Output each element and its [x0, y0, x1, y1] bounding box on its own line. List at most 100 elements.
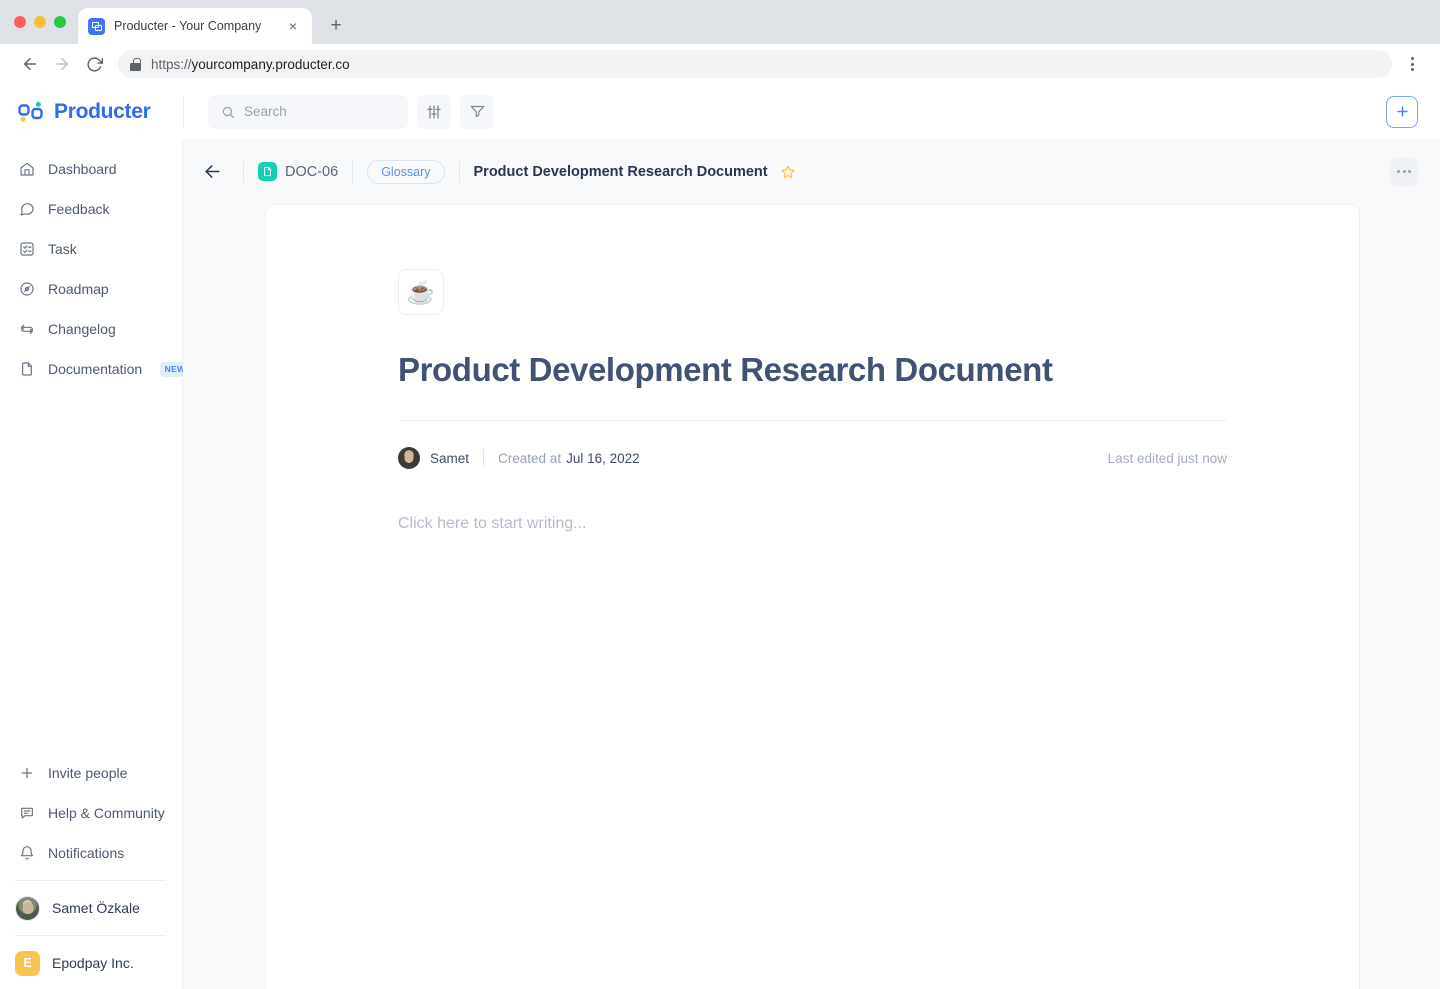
- minimize-window-button[interactable]: [34, 16, 46, 28]
- address-bar-url: https://yourcompany.producter.co: [151, 57, 350, 72]
- sidebar-user-name: Samet Özkale: [52, 900, 140, 916]
- document-emoji-button[interactable]: ☕: [398, 269, 444, 315]
- url-scheme: https://: [151, 56, 192, 72]
- divider: [14, 880, 166, 881]
- workspace-avatar: E: [15, 950, 40, 976]
- sidebar-item-label: Feedback: [48, 201, 110, 217]
- arrow-left-icon: [204, 165, 220, 178]
- breadcrumb-doc-code[interactable]: DOC-06: [258, 162, 338, 181]
- home-icon: [18, 161, 35, 178]
- document-meta: Samet Created at Jul 16, 2022 Last edite…: [398, 447, 1227, 469]
- sidebar: Dashboard Feedback Task Roadmap Changelo…: [0, 139, 190, 989]
- sidebar-workspace-name: Epodpay Inc.: [52, 955, 134, 971]
- kebab-horizontal-icon: [1408, 170, 1411, 173]
- document-inner: ☕ Product Development Research Document …: [266, 269, 1359, 533]
- divider: [243, 160, 244, 183]
- window-traffic-lights: [14, 0, 78, 44]
- more-options-button[interactable]: [1390, 157, 1418, 186]
- filter-icon[interactable]: [460, 94, 494, 129]
- last-edited-status: Last edited just now: [1107, 450, 1227, 466]
- refresh-loop-icon: [18, 321, 35, 338]
- divider: [458, 160, 460, 183]
- doc-code-label: DOC-06: [285, 163, 339, 180]
- document-topbar: DOC-06 Glossary Product Development Rese…: [183, 139, 1440, 204]
- kebab-horizontal-icon: [1397, 170, 1400, 173]
- main-content: DOC-06 Glossary Product Development Rese…: [183, 139, 1440, 989]
- breadcrumb-title: Product Development Research Document: [473, 163, 768, 180]
- sidebar-item-label: Invite people: [48, 765, 128, 781]
- sidebar-item-label: Help & Community: [48, 805, 165, 821]
- sidebar-item-invite-people[interactable]: Invite people: [0, 753, 182, 793]
- sidebar-item-help-community[interactable]: Help & Community: [0, 793, 182, 833]
- document-body-editor[interactable]: Click here to start writing...: [398, 515, 1227, 533]
- avatar: [398, 447, 420, 469]
- producter-app: Producter Search Dashboard Feedback Task…: [0, 84, 1440, 989]
- document-icon: [258, 162, 277, 181]
- divider: [352, 160, 354, 183]
- search-icon: [222, 106, 234, 118]
- sidebar-item-label: Notifications: [48, 845, 125, 861]
- app-body: Dashboard Feedback Task Roadmap Changelo…: [0, 139, 1440, 989]
- sidebar-item-notifications[interactable]: Notifications: [0, 833, 182, 873]
- sidebar-nav: Dashboard Feedback Task Roadmap Changelo…: [0, 149, 190, 389]
- divider: [398, 420, 1227, 421]
- lock-icon: [130, 57, 141, 71]
- sidebar-workspace[interactable]: E Epodpay Inc.: [0, 943, 182, 983]
- arrow-right-icon: [46, 48, 78, 80]
- sidebar-item-changelog[interactable]: Changelog: [0, 309, 182, 349]
- browser-tab[interactable]: Producter - Your Company ×: [78, 8, 312, 44]
- browser-tabstrip: Producter - Your Company × +: [0, 0, 1440, 44]
- kebab-vertical-icon[interactable]: [1398, 50, 1426, 78]
- add-button[interactable]: [1386, 95, 1418, 128]
- chat-bubble-icon: [18, 201, 35, 218]
- address-bar[interactable]: https://yourcompany.producter.co: [118, 50, 1392, 78]
- sidebar-item-documentation[interactable]: Documentation NEW: [0, 349, 190, 389]
- message-square-icon: [18, 805, 35, 822]
- sidebar-item-roadmap[interactable]: Roadmap: [0, 269, 182, 309]
- sidebar-item-label: Task: [48, 241, 77, 257]
- bell-icon: [18, 845, 35, 862]
- browser-tab-title: Producter - Your Company: [114, 19, 262, 33]
- sidebar-item-label: Documentation: [48, 361, 143, 377]
- url-host: yourcompany.producter.co: [191, 56, 350, 72]
- plus-icon: [18, 765, 35, 782]
- sidebar-item-task[interactable]: Task: [0, 229, 182, 269]
- sidebar-user-account[interactable]: Samet Özkale: [0, 888, 182, 928]
- close-icon[interactable]: ×: [284, 17, 302, 35]
- favorite-button[interactable]: [775, 159, 801, 185]
- arrow-left-icon[interactable]: [14, 48, 46, 80]
- sidebar-item-label: Dashboard: [48, 161, 117, 177]
- kebab-horizontal-icon: [1402, 170, 1406, 173]
- new-tab-button[interactable]: +: [322, 12, 350, 40]
- document-author[interactable]: Samet: [398, 447, 469, 469]
- sidebar-item-dashboard[interactable]: Dashboard: [0, 149, 182, 189]
- author-name: Samet: [430, 450, 470, 466]
- close-window-button[interactable]: [14, 16, 26, 28]
- back-button[interactable]: [195, 155, 229, 189]
- search-placeholder: Search: [244, 104, 287, 119]
- producter-logo-icon: [17, 100, 45, 124]
- divider: [483, 449, 485, 467]
- sidebar-item-feedback[interactable]: Feedback: [0, 189, 182, 229]
- file-icon: [18, 361, 35, 378]
- star-outline-icon: [780, 165, 795, 178]
- app-header: Producter Search: [0, 84, 1440, 139]
- maximize-window-button[interactable]: [54, 16, 66, 28]
- brand-name: Producter: [54, 99, 151, 123]
- reload-icon[interactable]: [78, 48, 110, 80]
- producter-logo-icon: [88, 17, 105, 35]
- search-input[interactable]: Search: [208, 94, 408, 129]
- created-label: Created at: [498, 450, 562, 466]
- browser-toolbar: https://yourcompany.producter.co: [0, 44, 1440, 84]
- created-date: Jul 16, 2022: [566, 450, 640, 466]
- checklist-icon: [18, 241, 35, 258]
- sidebar-item-label: Roadmap: [48, 281, 109, 297]
- avatar: [15, 895, 40, 921]
- compass-icon: [18, 281, 35, 298]
- page-title[interactable]: Product Development Research Document: [398, 351, 1227, 389]
- tag-glossary[interactable]: Glossary: [367, 159, 445, 184]
- brand-logo[interactable]: Producter: [0, 84, 183, 139]
- sidebar-bottom: Invite people Help & Community Notificat…: [0, 753, 182, 989]
- sliders-icon[interactable]: [417, 94, 451, 129]
